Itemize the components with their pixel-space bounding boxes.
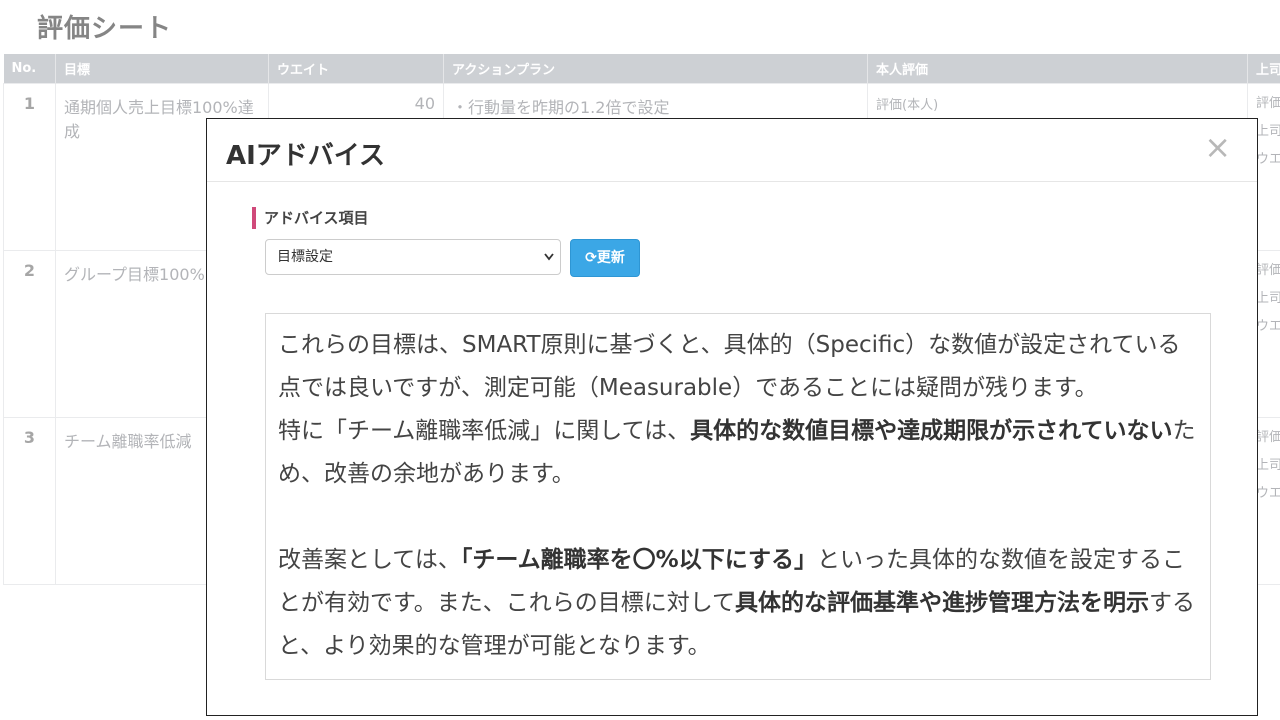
modal-header: AIアドバイス × xyxy=(207,119,1257,182)
advice-text: 改善案としては、 xyxy=(278,547,461,573)
advice-paragraph: 改善案としては、「チーム離職率を〇%以下にする」といった具体的な数値を設定するこ… xyxy=(278,539,1198,668)
advice-item-label: アドバイス項目 xyxy=(252,207,369,229)
advice-text: 特に「チーム離職率低減」に関しては、 xyxy=(278,418,691,444)
refresh-icon: ⟳ xyxy=(585,250,597,266)
refresh-button[interactable]: ⟳更新 xyxy=(570,239,640,277)
refresh-button-label: 更新 xyxy=(596,250,625,266)
advice-item-select-value: 目標設定 xyxy=(277,249,333,265)
advice-paragraph: 特に「チーム離職率低減」に関しては、具体的な数値目標や達成期限が示されていないた… xyxy=(278,410,1198,496)
ai-advice-modal: AIアドバイス × アドバイス項目 目標設定 ⟳更新 これらの目標は、SMART… xyxy=(206,118,1258,716)
modal-title: AIアドバイス xyxy=(226,141,386,171)
advice-item-select[interactable]: 目標設定 xyxy=(265,239,561,275)
advice-paragraph: これらの目標は、SMART原則に基づくと、具体的（Specific）な数値が設定… xyxy=(278,324,1198,410)
advice-text-box: これらの目標は、SMART原則に基づくと、具体的（Specific）な数値が設定… xyxy=(265,313,1211,680)
advice-highlight: 具体的な評価基準や進捗管理方法を明示 xyxy=(735,590,1150,616)
advice-text: これらの目標は、SMART原則に基づくと、具体的（Specific）な数値が設定… xyxy=(278,332,1181,401)
chevron-down-icon xyxy=(544,240,554,288)
advice-highlight: 「チーム離職率を〇%以下にする」 xyxy=(460,547,817,573)
advice-highlight: 具体的な数値目標や達成期限が示されていない xyxy=(690,418,1173,444)
close-icon[interactable]: × xyxy=(1204,131,1231,163)
